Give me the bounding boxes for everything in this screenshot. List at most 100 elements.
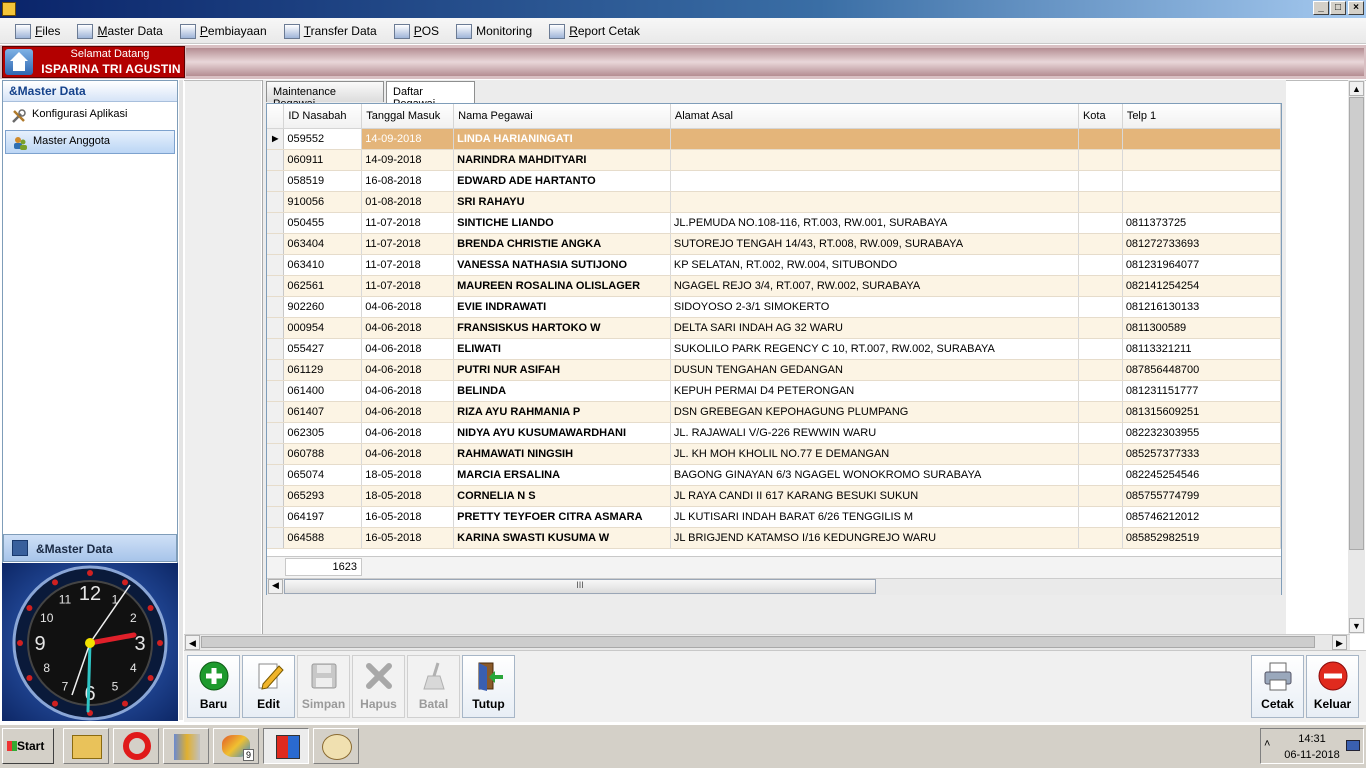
cell-id[interactable]: 065074: [283, 464, 363, 486]
batal-button[interactable]: Batal: [407, 655, 460, 718]
table-row[interactable]: 063404 11-07-2018 BRENDA CHRISTIE ANGKA SUT…: [267, 233, 1281, 255]
cell-kota[interactable]: [1078, 170, 1123, 192]
cell-id[interactable]: 063404: [283, 233, 363, 255]
row-header[interactable]: [267, 464, 285, 486]
cell-tgl[interactable]: 04-06-2018: [361, 380, 455, 402]
network-icon[interactable]: [1346, 740, 1360, 751]
cell-nama[interactable]: BELINDA: [453, 380, 671, 402]
cell-id[interactable]: 061129: [283, 359, 363, 381]
cell-telp[interactable]: 081216130133: [1122, 296, 1281, 318]
cell-tgl[interactable]: 16-05-2018: [361, 527, 455, 549]
cetak-button[interactable]: Cetak: [1251, 655, 1304, 718]
edit-button[interactable]: Edit: [242, 655, 295, 718]
cell-kota[interactable]: [1078, 422, 1123, 444]
table-row[interactable]: 065293 18-05-2018 CORNELIA N S JL RAYA CAND…: [267, 485, 1281, 507]
menu-monitoring[interactable]: Monitoring: [448, 18, 538, 44]
cell-id[interactable]: 064588: [283, 527, 363, 549]
row-header[interactable]: [267, 527, 285, 549]
cell-alamat[interactable]: DSN GREBEGAN KEPOHAGUNG PLUMPANG: [670, 401, 1079, 423]
cell-tgl[interactable]: 14-09-2018: [361, 149, 455, 171]
cell-kota[interactable]: [1078, 149, 1123, 171]
col-header-kota[interactable]: Kota: [1078, 104, 1123, 129]
cell-alamat[interactable]: BAGONG GINAYAN 6/3 NGAGEL WONOKROMO SURA…: [670, 464, 1079, 486]
cell-telp[interactable]: [1122, 128, 1281, 150]
table-row[interactable]: ▶ 059552 14-09-2018 LINDA HARIANINGATI: [267, 128, 1281, 150]
cell-alamat[interactable]: [670, 149, 1079, 171]
tab-maintenance-pegawai[interactable]: Maintenance Pegawai: [266, 81, 384, 110]
cell-nama[interactable]: EVIE INDRAWATI: [453, 296, 671, 318]
row-header[interactable]: [267, 338, 285, 360]
row-header[interactable]: [267, 422, 285, 444]
cell-tgl[interactable]: 11-07-2018: [361, 233, 455, 255]
cell-telp[interactable]: 082141254254: [1122, 275, 1281, 297]
table-row[interactable]: 064588 16-05-2018 KARINA SWASTI KUSUMA W JL…: [267, 527, 1281, 549]
main-scroll-right-icon[interactable]: ▶: [1332, 635, 1347, 650]
taskbar-opera[interactable]: [113, 728, 159, 764]
main-scroll-left-icon[interactable]: ◀: [185, 635, 200, 650]
cell-id[interactable]: 910056: [283, 191, 363, 213]
cell-telp[interactable]: [1122, 149, 1281, 171]
close-button[interactable]: ×: [1348, 1, 1364, 15]
cell-kota[interactable]: [1078, 233, 1123, 255]
cell-tgl[interactable]: 14-09-2018: [361, 128, 455, 150]
cell-tgl[interactable]: 11-07-2018: [361, 254, 455, 276]
cell-tgl[interactable]: 04-06-2018: [361, 401, 455, 423]
table-row[interactable]: 062305 04-06-2018 NIDYA AYU KUSUMAWARDHANI…: [267, 422, 1281, 444]
maximize-button[interactable]: □: [1330, 1, 1346, 15]
cell-nama[interactable]: SRI RAHAYU: [453, 191, 671, 213]
tray-expand-icon[interactable]: ˄: [1264, 738, 1270, 750]
cell-alamat[interactable]: [670, 170, 1079, 192]
table-row[interactable]: 065074 18-05-2018 MARCIA ERSALINA BAGONG GI…: [267, 464, 1281, 486]
table-row[interactable]: 061400 04-06-2018 BELINDA KEPUH PERMAI D4 P…: [267, 380, 1281, 402]
table-row[interactable]: 060788 04-06-2018 RAHMAWATI NINGSIH JL. KH …: [267, 443, 1281, 465]
cell-nama[interactable]: PUTRI NUR ASIFAH: [453, 359, 671, 381]
cell-alamat[interactable]: JL. KH MOH KHOLIL NO.77 E DEMANGAN: [670, 443, 1079, 465]
cell-tgl[interactable]: 11-07-2018: [361, 275, 455, 297]
cell-kota[interactable]: [1078, 443, 1123, 465]
minimize-button[interactable]: _: [1313, 1, 1329, 15]
simpan-button[interactable]: Simpan: [297, 655, 350, 718]
cell-kota[interactable]: [1078, 506, 1123, 528]
cell-id[interactable]: 062561: [283, 275, 363, 297]
cell-id[interactable]: 060911: [283, 149, 363, 171]
cell-nama[interactable]: LINDA HARIANINGATI: [453, 128, 671, 150]
keluar-button[interactable]: Keluar: [1306, 655, 1359, 718]
cell-nama[interactable]: MAUREEN ROSALINA OLISLAGER: [453, 275, 671, 297]
cell-alamat[interactable]: SUTOREJO TENGAH 14/43, RT.008, RW.009, S…: [670, 233, 1079, 255]
cell-id[interactable]: 055427: [283, 338, 363, 360]
cell-tgl[interactable]: 11-07-2018: [361, 212, 455, 234]
cell-telp[interactable]: 082232303955: [1122, 422, 1281, 444]
cell-id[interactable]: 064197: [283, 506, 363, 528]
table-row[interactable]: 061407 04-06-2018 RIZA AYU RAHMANIA P DSN G…: [267, 401, 1281, 423]
table-row[interactable]: 058519 16-08-2018 EDWARD ADE HARTANTO: [267, 170, 1281, 192]
cell-id[interactable]: 061400: [283, 380, 363, 402]
cell-telp[interactable]: 08113321211: [1122, 338, 1281, 360]
cell-alamat[interactable]: JL BRIGJEND KATAMSO I/16 KEDUNGREJO WARU: [670, 527, 1079, 549]
row-header[interactable]: [267, 485, 285, 507]
main-scroll-up-icon[interactable]: ▲: [1349, 81, 1364, 96]
row-header[interactable]: [267, 443, 285, 465]
menu-files[interactable]: Files: [7, 18, 66, 44]
cell-tgl[interactable]: 01-08-2018: [361, 191, 455, 213]
cell-alamat[interactable]: JL RAYA CANDI II 617 KARANG BESUKI SUKUN: [670, 485, 1079, 507]
cell-alamat[interactable]: JL KUTISARI INDAH BARAT 6/26 TENGGILIS M: [670, 506, 1079, 528]
cell-telp[interactable]: 087856448700: [1122, 359, 1281, 381]
taskbar-paint[interactable]: [313, 728, 359, 764]
cell-alamat[interactable]: SUKOLILO PARK REGENCY C 10, RT.007, RW.0…: [670, 338, 1079, 360]
row-header[interactable]: [267, 191, 285, 213]
main-hscroll-thumb[interactable]: [201, 636, 1315, 648]
menu-pos[interactable]: POS: [386, 18, 445, 44]
hapus-button[interactable]: Hapus: [352, 655, 405, 718]
cell-tgl[interactable]: 04-06-2018: [361, 317, 455, 339]
row-header[interactable]: [267, 506, 285, 528]
col-header-tanggal-masuk[interactable]: Tanggal Masuk: [361, 104, 455, 129]
row-header[interactable]: [267, 170, 285, 192]
cell-nama[interactable]: SINTICHE LIANDO: [453, 212, 671, 234]
start-button[interactable]: Start: [2, 728, 54, 764]
cell-id[interactable]: 000954: [283, 317, 363, 339]
cell-kota[interactable]: [1078, 254, 1123, 276]
cell-tgl[interactable]: 04-06-2018: [361, 422, 455, 444]
home-icon[interactable]: [5, 49, 33, 75]
cell-telp[interactable]: 085852982519: [1122, 527, 1281, 549]
cell-id[interactable]: 061407: [283, 401, 363, 423]
